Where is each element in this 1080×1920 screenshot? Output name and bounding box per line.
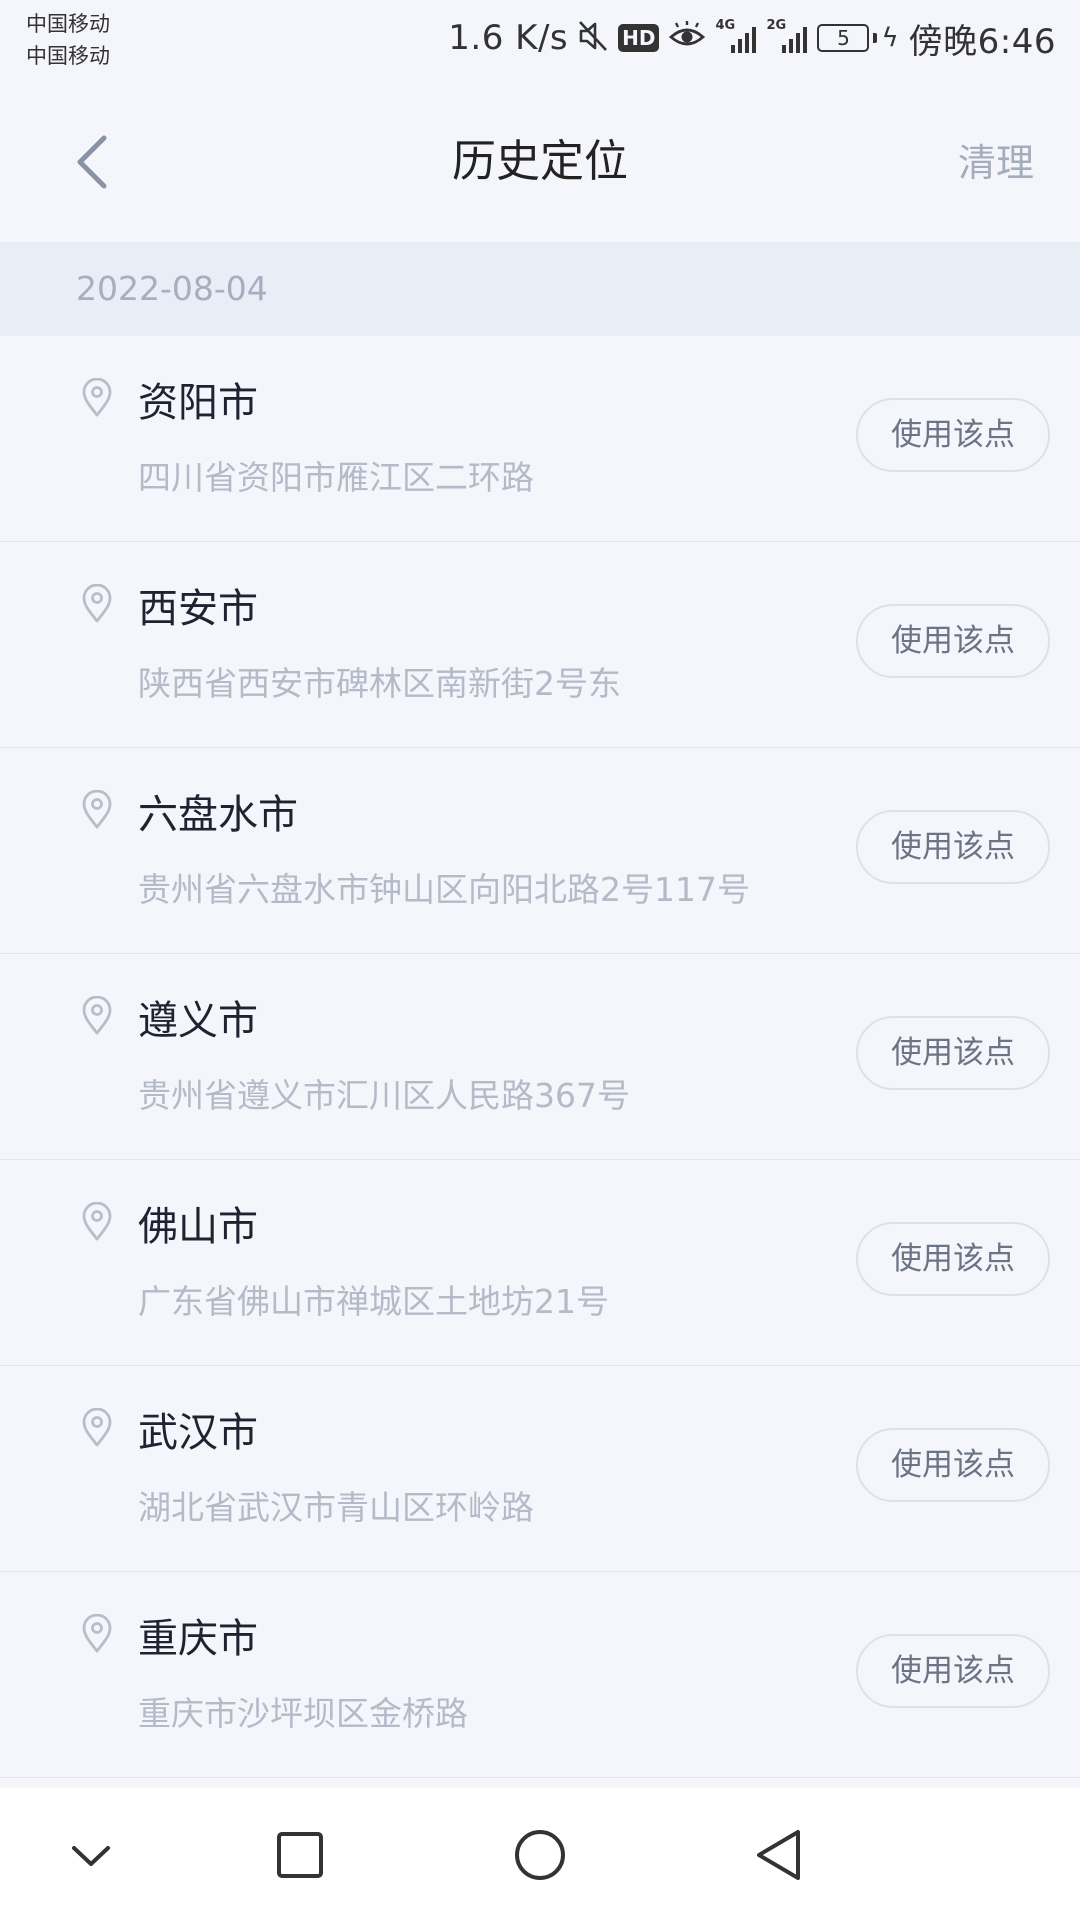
use-location-button[interactable]: 使用该点 <box>856 398 1050 472</box>
use-location-button[interactable]: 使用该点 <box>856 604 1050 678</box>
location-pin-icon <box>80 1613 114 1654</box>
hide-nav-button[interactable] <box>56 1820 126 1890</box>
chevron-down-icon <box>72 1846 110 1866</box>
location-item: 重庆市 重庆市沙坪坝区金桥路 使用该点 <box>0 1572 1080 1778</box>
system-back-button[interactable] <box>745 1820 815 1890</box>
location-pin-icon <box>80 583 114 624</box>
location-item: 西安市 陕西省西安市碑林区南新街2号东 使用该点 <box>0 542 1080 748</box>
location-item: 武汉市 湖北省武汉市青山区环岭路 使用该点 <box>0 1366 1080 1572</box>
charging-icon: ϟ <box>881 23 899 53</box>
system-navigation-bar <box>0 1788 1080 1920</box>
triangle-back-icon <box>757 1830 800 1880</box>
city-name: 遵义市 <box>138 998 258 1044</box>
use-location-button[interactable]: 使用该点 <box>856 1428 1050 1502</box>
city-name: 六盘水市 <box>138 792 298 838</box>
signal-strength-icon-sim2: 2G <box>766 19 808 53</box>
city-name: 西安市 <box>138 586 258 632</box>
use-location-button[interactable]: 使用该点 <box>856 1016 1050 1090</box>
carrier-1: 中国移动 <box>26 12 110 36</box>
location-item: 佛山市 广东省佛山市禅城区土地坊21号 使用该点 <box>0 1160 1080 1366</box>
network-type-2: 2G <box>766 18 787 33</box>
address-text: 陕西省西安市碑林区南新街2号东 <box>138 664 621 703</box>
location-item: 资阳市 四川省资阳市雁江区二环路 使用该点 <box>0 336 1080 542</box>
navigation-bar: 历史定位 清理 <box>0 84 1080 242</box>
location-pin-icon <box>80 1201 114 1242</box>
location-item: 遵义市 贵州省遵义市汇川区人民路367号 使用该点 <box>0 954 1080 1160</box>
status-indicators: 1.6 K/s HD 4G 2G 5 ϟ 傍晚6:46 <box>448 14 1056 62</box>
location-history-list: 资阳市 四川省资阳市雁江区二环路 使用该点 西安市 陕西省西安市碑林区南新街2号… <box>0 336 1080 1788</box>
date-group-header: 2022-08-04 <box>0 242 1080 336</box>
carrier-info: 中国移动 中国移动 <box>26 8 110 72</box>
network-type-1: 4G <box>715 18 736 33</box>
home-button[interactable] <box>505 1820 575 1890</box>
use-location-button[interactable]: 使用该点 <box>856 1634 1050 1708</box>
circle-icon <box>515 1830 565 1880</box>
hd-voice-icon: HD <box>618 24 660 52</box>
city-name: 重庆市 <box>138 1616 258 1662</box>
city-name: 武汉市 <box>138 1410 258 1456</box>
clear-history-button[interactable]: 清理 <box>958 138 1034 188</box>
city-name: 佛山市 <box>138 1204 258 1250</box>
address-text: 四川省资阳市雁江区二环路 <box>138 458 534 497</box>
address-text: 贵州省遵义市汇川区人民路367号 <box>138 1076 630 1115</box>
network-speed: 1.6 K/s <box>448 18 569 58</box>
location-pin-icon <box>80 789 114 830</box>
location-pin-icon <box>80 377 114 418</box>
address-text: 重庆市沙坪坝区金桥路 <box>138 1694 468 1733</box>
eye-comfort-icon <box>669 21 706 55</box>
square-icon <box>277 1832 323 1878</box>
battery-level: 5 <box>817 24 870 52</box>
carrier-2: 中国移动 <box>26 44 110 68</box>
location-item: 六盘水市 贵州省六盘水市钟山区向阳北路2号117号 使用该点 <box>0 748 1080 954</box>
chevron-left-icon <box>77 135 107 189</box>
use-location-button[interactable]: 使用该点 <box>856 810 1050 884</box>
address-text: 湖北省武汉市青山区环岭路 <box>138 1488 534 1527</box>
address-text: 广东省佛山市禅城区土地坊21号 <box>138 1282 609 1321</box>
date-label: 2022-08-04 <box>76 269 268 308</box>
battery-icon: 5 ϟ <box>817 23 899 53</box>
use-location-button[interactable]: 使用该点 <box>856 1222 1050 1296</box>
recent-apps-button[interactable] <box>265 1820 335 1890</box>
page-title: 历史定位 <box>452 136 628 187</box>
status-bar: 中国移动 中国移动 1.6 K/s HD 4G 2G 5 ϟ 傍晚6:46 <box>0 0 1080 84</box>
address-text: 贵州省六盘水市钟山区向阳北路2号117号 <box>138 870 750 909</box>
signal-strength-icon-sim1: 4G <box>715 19 757 53</box>
city-name: 资阳市 <box>138 380 258 426</box>
back-button[interactable] <box>66 122 120 202</box>
location-pin-icon <box>80 1407 114 1448</box>
mute-icon <box>578 19 608 57</box>
location-pin-icon <box>80 995 114 1036</box>
clock: 傍晚6:46 <box>908 21 1056 62</box>
